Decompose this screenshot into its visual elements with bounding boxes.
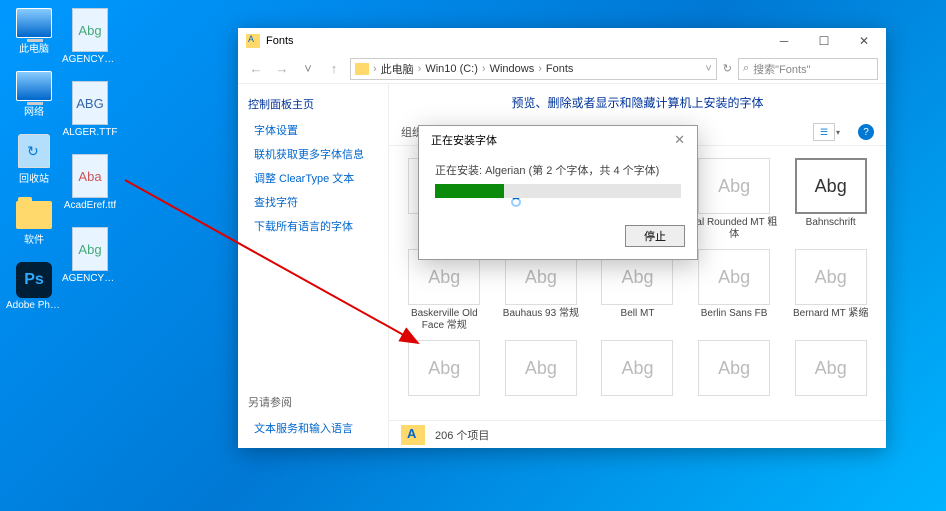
sidebar: 控制面板主页 字体设置 联机获取更多字体信息 调整 ClearType 文本 查…	[238, 84, 388, 448]
search-icon: ⌕	[743, 62, 749, 75]
navbar: ← → ˅ ↑ › 此电脑› Win10 (C:)› Windows› Font…	[238, 54, 886, 84]
address-dropdown-icon[interactable]: ˅	[705, 63, 711, 75]
status-text: 206 个项目	[435, 427, 489, 443]
status-bar: 206 个项目	[389, 420, 886, 448]
status-folder-icon	[401, 425, 425, 445]
font-label: Berlin Sans FB	[701, 308, 768, 330]
font-tile[interactable]: Abg Berlin Sans FB	[689, 249, 780, 332]
font-tile[interactable]: Abg	[592, 340, 683, 420]
desktop-icon-font-agencyr[interactable]: AbgAGENCYR....	[62, 8, 118, 65]
desktop-icon-font-agencyb[interactable]: AbgAGENCYB....	[62, 227, 118, 284]
address-folder-icon	[355, 63, 369, 75]
nav-forward-button[interactable]: →	[272, 61, 292, 76]
nav-up-button[interactable]: ↑	[324, 61, 344, 76]
font-preview: Abg	[601, 340, 673, 396]
desktop-icon-font-acaderef[interactable]: AbaAcadEref.ttf	[62, 154, 118, 211]
font-label: Bernard MT 紧缩	[793, 308, 868, 330]
font-tile[interactable]: Abg rial Rounded MT 粗体	[689, 158, 780, 241]
address-bar[interactable]: › 此电脑› Win10 (C:)› Windows› Fonts ˅	[350, 58, 717, 80]
font-preview: Abg	[505, 340, 577, 396]
font-label: Baskerville Old Face 常规	[399, 308, 490, 332]
maximize-button[interactable]: ☐	[804, 28, 844, 54]
search-input[interactable]: ⌕ 搜索"Fonts"	[738, 58, 878, 80]
view-options-dropdown[interactable]: ▾	[836, 128, 846, 137]
dialog-titlebar[interactable]: 正在安装字体 ✕	[419, 126, 697, 154]
window-title: Fonts	[266, 35, 764, 47]
font-tile[interactable]: Abg Bahnschrift	[785, 158, 876, 241]
font-tile[interactable]: Abg Bernard MT 紧缩	[785, 249, 876, 332]
sidebar-link-text-services[interactable]: 文本服务和输入语言	[248, 420, 378, 436]
main-title: 预览、删除或者显示和隐藏计算机上安装的字体	[389, 84, 886, 119]
font-label: Bell MT	[621, 308, 655, 330]
install-font-dialog: 正在安装字体 ✕ 正在安装: Algerian (第 2 个字体，共 4 个字体…	[418, 125, 698, 260]
font-preview: Abg	[795, 340, 867, 396]
dialog-title: 正在安装字体	[431, 132, 668, 148]
font-tile[interactable]: AbgBauhaus 93 常规	[496, 249, 587, 332]
font-tile[interactable]: AbgBell MT	[592, 249, 683, 332]
font-preview: Abg	[408, 340, 480, 396]
titlebar[interactable]: Fonts ─ ☐ ✕	[238, 28, 886, 54]
desktop-icon-font-alger[interactable]: ABGALGER.TTF	[62, 81, 118, 138]
desktop-icon-network[interactable]: 网络	[6, 71, 62, 118]
spinner-icon	[511, 197, 521, 207]
desktop-icons: 此电脑 网络 回收站 软件 PsAdobe Photosh... AbgAGEN…	[6, 8, 118, 311]
sidebar-link-font-settings[interactable]: 字体设置	[248, 122, 378, 138]
dialog-message: 正在安装: Algerian (第 2 个字体，共 4 个字体)	[435, 162, 681, 178]
refresh-button[interactable]: ↻	[723, 62, 732, 75]
sidebar-link-cleartype[interactable]: 调整 ClearType 文本	[248, 170, 378, 186]
help-button[interactable]: ?	[858, 124, 874, 140]
progress-bar	[435, 184, 681, 198]
sidebar-link-find-char[interactable]: 查找字符	[248, 194, 378, 210]
nav-recent-dropdown[interactable]: ˅	[298, 61, 318, 76]
desktop-icon-this-pc[interactable]: 此电脑	[6, 8, 62, 55]
font-preview: Abg	[795, 249, 867, 305]
sidebar-link-download-lang[interactable]: 下载所有语言的字体	[248, 218, 378, 234]
font-preview: Abg	[698, 340, 770, 396]
font-tile[interactable]: Abg	[399, 340, 490, 420]
stop-button[interactable]: 停止	[625, 225, 685, 247]
font-preview: Abg	[698, 249, 770, 305]
font-label: Bauhaus 93 常规	[503, 308, 579, 330]
nav-back-button[interactable]: ←	[246, 61, 266, 76]
view-options-button[interactable]: ☰	[813, 123, 835, 141]
font-preview: Abg	[795, 158, 867, 214]
font-preview: Abg	[698, 158, 770, 214]
sidebar-link-online-fonts[interactable]: 联机获取更多字体信息	[248, 146, 378, 162]
font-tile[interactable]: Abg	[785, 340, 876, 420]
sidebar-heading: 控制面板主页	[248, 96, 378, 112]
minimize-button[interactable]: ─	[764, 28, 804, 54]
font-label: rial Rounded MT 粗体	[689, 217, 780, 241]
font-tile[interactable]: AbgBaskerville Old Face 常规	[399, 249, 490, 332]
desktop-icon-recycle-bin[interactable]: 回收站	[6, 134, 62, 185]
desktop-icon-photoshop[interactable]: PsAdobe Photosh...	[6, 262, 62, 311]
font-tile[interactable]: Abg	[496, 340, 587, 420]
font-tile[interactable]: Abg	[689, 340, 780, 420]
sidebar-also-heading: 另请参阅	[248, 394, 378, 410]
font-label: Bahnschrift	[806, 217, 856, 239]
desktop-icon-software-folder[interactable]: 软件	[6, 201, 62, 246]
dialog-close-button[interactable]: ✕	[668, 132, 691, 148]
fonts-folder-icon	[246, 34, 260, 48]
close-button[interactable]: ✕	[844, 28, 884, 54]
